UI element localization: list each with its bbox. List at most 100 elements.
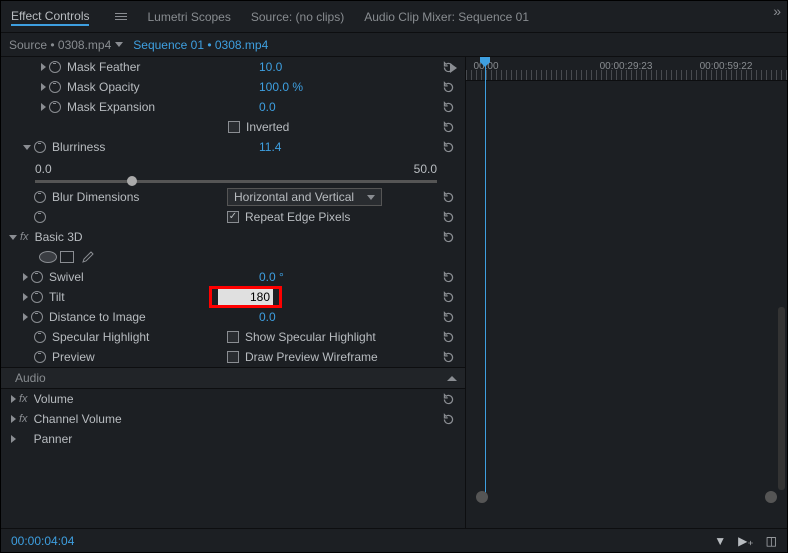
stopwatch-blurriness[interactable]	[34, 141, 46, 153]
prop-specular-check-label: Show Specular Highlight	[245, 330, 439, 344]
audio-group-header[interactable]: Audio	[1, 367, 465, 389]
reset-swivel[interactable]	[439, 269, 457, 285]
twirl-mask-expansion[interactable]	[41, 103, 46, 111]
prop-swivel-value[interactable]: 0.0 °	[259, 270, 439, 284]
dropdown-blur-dimensions-value: Horizontal and Vertical	[234, 190, 354, 204]
prop-swivel-label: Swivel	[49, 270, 259, 284]
mask-rect-icon[interactable]	[60, 251, 74, 263]
checkbox-specular[interactable]	[227, 331, 239, 343]
twirl-channel-volume[interactable]	[11, 415, 16, 423]
checkbox-inverted[interactable]	[228, 121, 240, 133]
reset-volume[interactable]	[439, 391, 457, 407]
timeline-ruler-marks	[466, 70, 787, 80]
effect-volume-label[interactable]: Volume	[34, 392, 439, 406]
twirl-tilt[interactable]	[23, 293, 28, 301]
effect-basic3d-label[interactable]: Basic 3D	[35, 230, 439, 244]
prop-preview-label: Preview	[52, 350, 227, 364]
stopwatch-blur-dimensions[interactable]	[34, 191, 46, 203]
prop-mask-expansion-value[interactable]: 0.0	[259, 100, 439, 114]
panel-footer: 00:00:04:04 ▼ ▶₊ ◫	[1, 528, 787, 552]
zoom-handle-left[interactable]	[476, 491, 488, 503]
timeline-play-icon[interactable]	[450, 63, 457, 73]
source-dropdown-icon[interactable]	[115, 42, 123, 47]
filter-icon[interactable]: ▼	[714, 534, 726, 548]
checkbox-repeat-edge[interactable]	[227, 211, 239, 223]
stopwatch-repeat-edge[interactable]	[34, 211, 46, 223]
reset-channel-volume[interactable]	[439, 411, 457, 427]
stopwatch-distance[interactable]	[31, 311, 43, 323]
slider-thumb-blurriness[interactable]	[127, 176, 137, 186]
prop-distance-value[interactable]: 0.0	[259, 310, 439, 324]
checkbox-preview[interactable]	[227, 351, 239, 363]
prop-tilt-input[interactable]	[218, 290, 273, 304]
effect-channel-volume-label[interactable]: Channel Volume	[34, 412, 439, 426]
panel-menu-hamburger-icon[interactable]	[115, 11, 127, 22]
export-icon[interactable]: ◫	[766, 534, 777, 548]
stopwatch-mask-expansion[interactable]	[49, 101, 61, 113]
dropdown-blur-dimensions[interactable]: Horizontal and Vertical	[227, 188, 382, 206]
prop-blurriness-value[interactable]: 11.4	[259, 140, 439, 154]
stopwatch-preview[interactable]	[34, 351, 46, 363]
reset-specular[interactable]	[439, 329, 457, 345]
twirl-panner[interactable]	[11, 435, 16, 443]
reset-repeat-edge[interactable]	[439, 209, 457, 225]
stopwatch-mask-opacity[interactable]	[49, 81, 61, 93]
reset-mask-opacity[interactable]	[439, 79, 457, 95]
twirl-swivel[interactable]	[23, 273, 28, 281]
tab-lumetri-scopes[interactable]: Lumetri Scopes	[147, 8, 230, 26]
prop-distance-label: Distance to Image	[49, 310, 259, 324]
twirl-mask-feather[interactable]	[41, 63, 46, 71]
source-header: Source • 0308.mp4 Sequence 01 • 0308.mp4	[1, 33, 787, 57]
stopwatch-tilt[interactable]	[31, 291, 43, 303]
prop-blurriness-label: Blurriness	[52, 140, 259, 154]
reset-preview[interactable]	[439, 349, 457, 365]
twirl-blurriness[interactable]	[23, 145, 31, 150]
fx-badge-volume[interactable]: fx	[19, 393, 28, 405]
panel-menu-icon[interactable]: »	[773, 3, 781, 19]
effect-panner-label[interactable]: Panner	[34, 432, 457, 446]
prop-repeat-edge-label: Repeat Edge Pixels	[245, 210, 439, 224]
twirl-distance[interactable]	[23, 313, 28, 321]
twirl-volume[interactable]	[11, 395, 16, 403]
timeline-scroll-vertical[interactable]	[778, 307, 785, 490]
reset-blurriness[interactable]	[439, 139, 457, 155]
stopwatch-specular[interactable]	[34, 331, 46, 343]
tab-audio-mixer[interactable]: Audio Clip Mixer: Sequence 01	[364, 8, 529, 26]
reset-distance[interactable]	[439, 309, 457, 325]
timeline-zoom-scroll[interactable]	[476, 493, 777, 500]
mask-ellipse-icon[interactable]	[39, 251, 57, 263]
fx-badge-basic3d[interactable]: fx	[20, 231, 29, 243]
timeline-playhead[interactable]	[485, 57, 486, 493]
reset-mask-expansion[interactable]	[439, 99, 457, 115]
timeline-ruler[interactable]: 00:00 00:00:29:23 00:00:59:22	[466, 57, 787, 81]
panel-tabs: Effect Controls Lumetri Scopes Source: (…	[1, 1, 787, 33]
chevron-down-icon	[367, 195, 375, 200]
tab-effect-controls[interactable]: Effect Controls	[11, 7, 89, 26]
prop-mask-opacity-value[interactable]: 100.0 %	[259, 80, 439, 94]
prop-mask-opacity-label: Mask Opacity	[67, 80, 259, 94]
stopwatch-swivel[interactable]	[31, 271, 43, 283]
current-timecode[interactable]: 00:00:04:04	[11, 534, 74, 548]
fx-badge-channel-volume[interactable]: fx	[19, 413, 28, 425]
twirl-basic3d[interactable]	[9, 235, 17, 240]
play-only-icon[interactable]: ▶₊	[738, 534, 754, 548]
zoom-handle-right[interactable]	[765, 491, 777, 503]
prop-mask-feather-value[interactable]: 10.0	[259, 60, 439, 74]
slider-max: 50.0	[414, 162, 437, 176]
prop-mask-feather-label: Mask Feather	[67, 60, 259, 74]
tilt-input-field[interactable]	[218, 289, 273, 305]
prop-preview-check-label: Draw Preview Wireframe	[245, 350, 439, 364]
reset-blur-dimensions[interactable]	[439, 189, 457, 205]
reset-tilt[interactable]	[439, 289, 457, 305]
stopwatch-mask-feather[interactable]	[49, 61, 61, 73]
twirl-mask-opacity[interactable]	[41, 83, 46, 91]
sequence-link[interactable]: Sequence 01 • 0308.mp4	[133, 38, 268, 52]
reset-basic3d[interactable]	[439, 229, 457, 245]
prop-blur-dimensions-label: Blur Dimensions	[52, 190, 227, 204]
reset-inverted[interactable]	[439, 119, 457, 135]
mask-pen-icon[interactable]	[80, 250, 94, 264]
slider-track-blurriness[interactable]	[35, 180, 437, 183]
tab-source[interactable]: Source: (no clips)	[251, 8, 344, 26]
collapse-audio-icon[interactable]	[447, 376, 457, 381]
audio-group-label: Audio	[15, 371, 447, 385]
